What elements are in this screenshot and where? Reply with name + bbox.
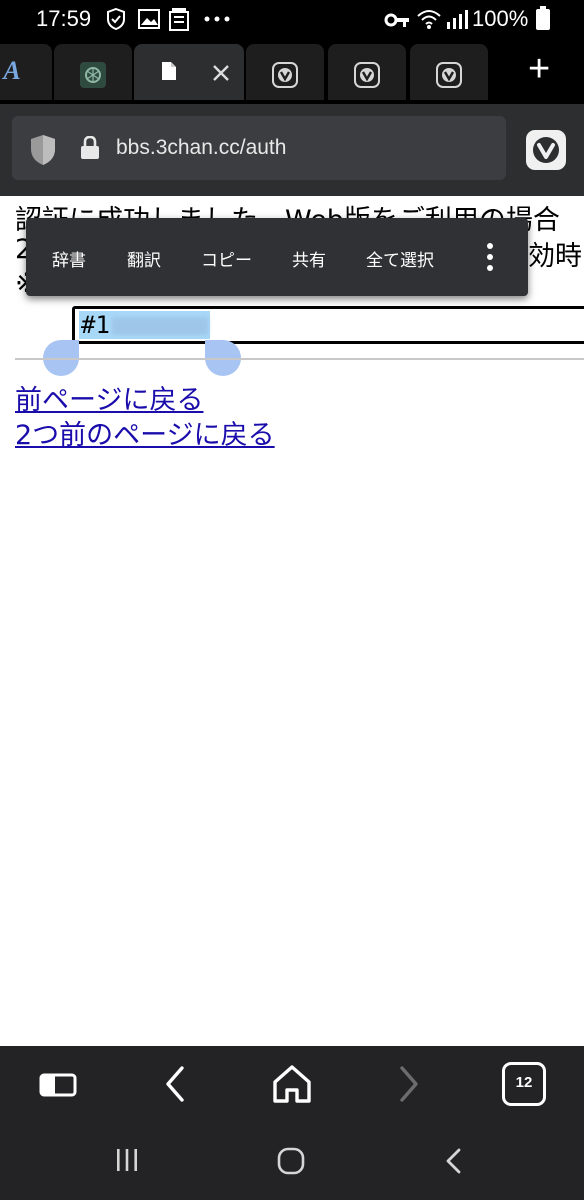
vivaldi-favicon-icon	[272, 62, 298, 88]
token-input[interactable]: #1	[72, 306, 584, 344]
tracker-shield-icon[interactable]	[30, 134, 56, 166]
system-back-icon[interactable]	[440, 1146, 466, 1176]
menu-item-translate[interactable]: 翻訳	[127, 246, 161, 271]
redacted-token-blur	[111, 317, 208, 335]
status-bar: 17:59 100%	[0, 0, 584, 40]
menu-item-select-all[interactable]: 全て選択	[366, 246, 434, 271]
home-button-icon[interactable]	[276, 1146, 306, 1176]
wifi-icon	[417, 10, 441, 29]
tab-switcher-button[interactable]: 12	[502, 1062, 546, 1106]
shield-icon	[107, 8, 125, 30]
vivaldi-favicon-icon	[436, 62, 462, 88]
vivaldi-favicon-icon	[354, 62, 380, 88]
panel-toggle-icon[interactable]	[36, 1062, 80, 1106]
back-arrow-icon[interactable]	[154, 1062, 198, 1106]
lock-icon[interactable]	[80, 136, 100, 160]
vivaldi-logo-icon	[526, 130, 566, 170]
page-text-end: 効時	[528, 241, 582, 272]
divider	[15, 358, 584, 360]
tab-item[interactable]	[410, 44, 488, 100]
bottom-toolbar: 12	[0, 1046, 584, 1124]
web-page: 認証に成功しました。Web版をご利用の場合 2効時 ※ #1 前ページに戻る 2…	[0, 196, 584, 1046]
document-favicon-icon	[162, 62, 176, 80]
more-options-icon[interactable]	[480, 240, 500, 274]
key-icon	[384, 13, 409, 27]
menu-item-share[interactable]: 共有	[292, 246, 326, 271]
close-tab-icon[interactable]	[212, 64, 230, 82]
status-time: 17:59	[36, 6, 92, 31]
tab-item[interactable]	[54, 44, 132, 100]
battery-percent: 100%	[472, 6, 529, 31]
signal-icon	[447, 10, 468, 29]
selected-token[interactable]: #1	[79, 311, 210, 339]
tab-item-active[interactable]	[134, 44, 244, 100]
vivaldi-menu-button[interactable]	[526, 130, 566, 170]
android-navigation-bar	[0, 1124, 584, 1200]
plus-icon: +	[528, 48, 551, 90]
home-icon[interactable]	[270, 1062, 314, 1106]
menu-item-copy[interactable]: コピー	[201, 246, 252, 271]
tab-count: 12	[515, 1074, 533, 1091]
battery-icon	[536, 6, 550, 30]
notification-icon	[169, 8, 189, 31]
tab-item[interactable]: A	[0, 44, 52, 100]
token-prefix: #1	[81, 311, 110, 339]
url-field[interactable]: bbs.3chan.cc/auth	[12, 116, 506, 180]
tab-strip: A +	[0, 40, 584, 104]
address-bar: bbs.3chan.cc/auth	[0, 104, 584, 196]
tab-item[interactable]	[328, 44, 406, 100]
recent-apps-icon[interactable]	[114, 1146, 140, 1174]
more-dots-icon	[204, 16, 230, 22]
forward-arrow-icon[interactable]	[386, 1062, 430, 1106]
new-tab-button[interactable]: +	[512, 48, 572, 94]
a-favicon-icon: A	[3, 56, 21, 85]
gallery-icon	[138, 9, 160, 29]
text-selection-menu: 辞書 翻訳 コピー 共有 全て選択	[26, 218, 528, 296]
back-two-pages-link[interactable]: 2つ前のページに戻る	[15, 413, 275, 452]
chatgpt-favicon-icon	[80, 62, 106, 88]
url-text[interactable]: bbs.3chan.cc/auth	[116, 136, 286, 160]
tab-item[interactable]	[246, 44, 324, 100]
menu-item-dictionary[interactable]: 辞書	[52, 246, 86, 271]
back-link[interactable]: 前ページに戻る	[15, 378, 203, 417]
